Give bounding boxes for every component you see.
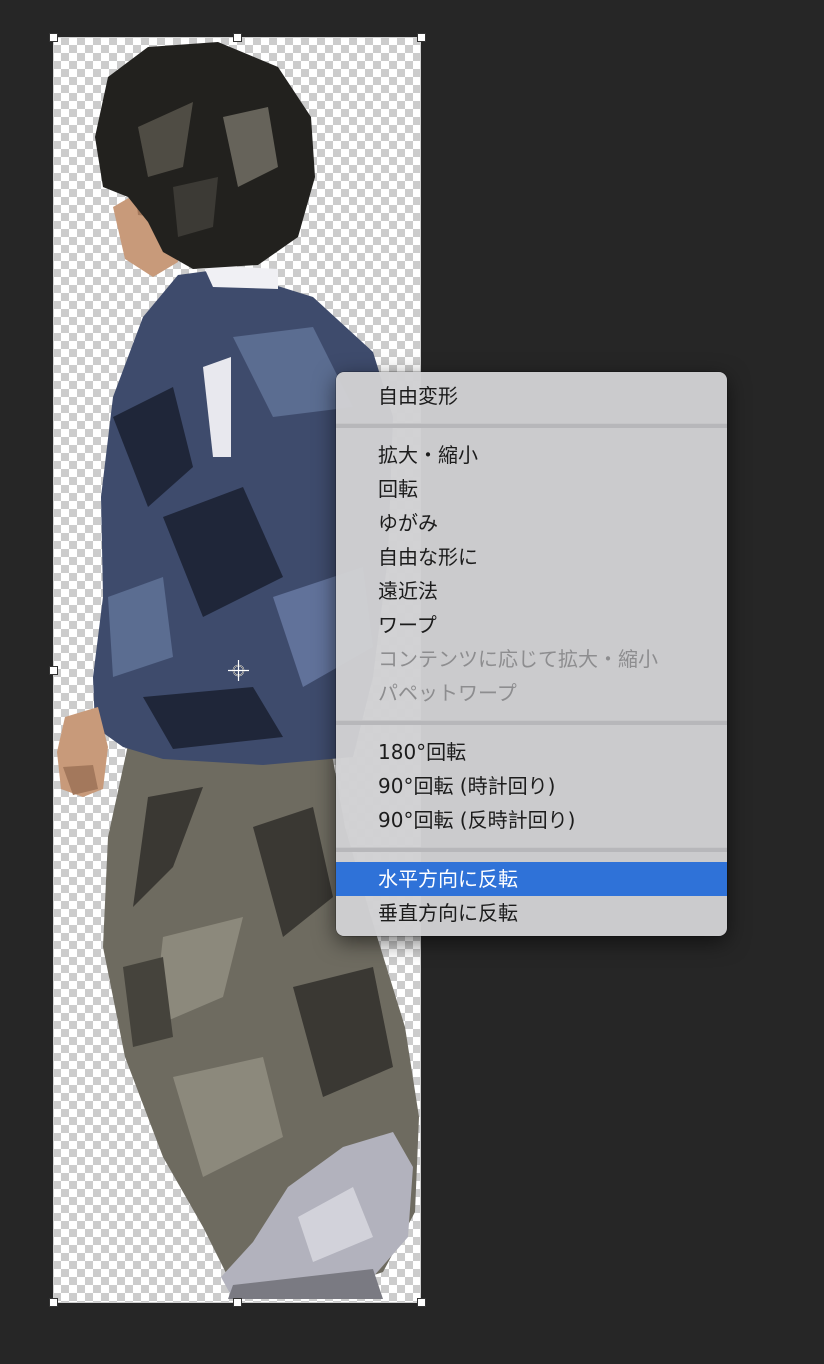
menu-item-flip-vertical[interactable]: 垂直方向に反転 — [336, 896, 727, 930]
menu-item-rotate[interactable]: 回転 — [336, 472, 727, 506]
menu-item-perspective[interactable]: 遠近法 — [336, 574, 727, 608]
transform-handle-middle-left[interactable] — [49, 666, 58, 675]
transform-handle-top-right[interactable] — [417, 33, 426, 42]
menu-item-flip-horizontal[interactable]: 水平方向に反転 — [336, 862, 727, 896]
menu-item-rotate-90-ccw[interactable]: 90°回転 (反時計回り) — [336, 803, 727, 837]
transform-context-menu: 自由変形 拡大・縮小 回転 ゆがみ 自由な形に 遠近法 ワープ コンテンツに応じ… — [336, 372, 727, 936]
menu-separator — [336, 720, 727, 725]
menu-separator — [336, 847, 727, 852]
menu-item-content-aware-scale: コンテンツに応じて拡大・縮小 — [378, 647, 658, 671]
menu-item-rotate-180[interactable]: 180°回転 — [336, 735, 727, 769]
transform-handle-bottom-left[interactable] — [49, 1298, 58, 1307]
menu-separator — [336, 423, 727, 428]
transform-pivot-crosshair-icon[interactable] — [228, 660, 249, 681]
menu-item-puppet-warp: パペットワープ — [378, 681, 517, 705]
menu-item-free-transform[interactable]: 自由変形 — [336, 379, 727, 413]
menu-item-skew[interactable]: ゆがみ — [336, 506, 727, 540]
transform-handle-bottom-center[interactable] — [233, 1298, 242, 1307]
menu-item-rotate-90-cw[interactable]: 90°回転 (時計回り) — [336, 769, 727, 803]
transform-handle-top-left[interactable] — [49, 33, 58, 42]
transform-handle-bottom-right[interactable] — [417, 1298, 426, 1307]
menu-item-scale[interactable]: 拡大・縮小 — [336, 438, 727, 472]
menu-item-warp[interactable]: ワープ — [336, 608, 727, 642]
transform-handle-top-center[interactable] — [233, 33, 242, 42]
menu-item-distort[interactable]: 自由な形に — [336, 540, 727, 574]
